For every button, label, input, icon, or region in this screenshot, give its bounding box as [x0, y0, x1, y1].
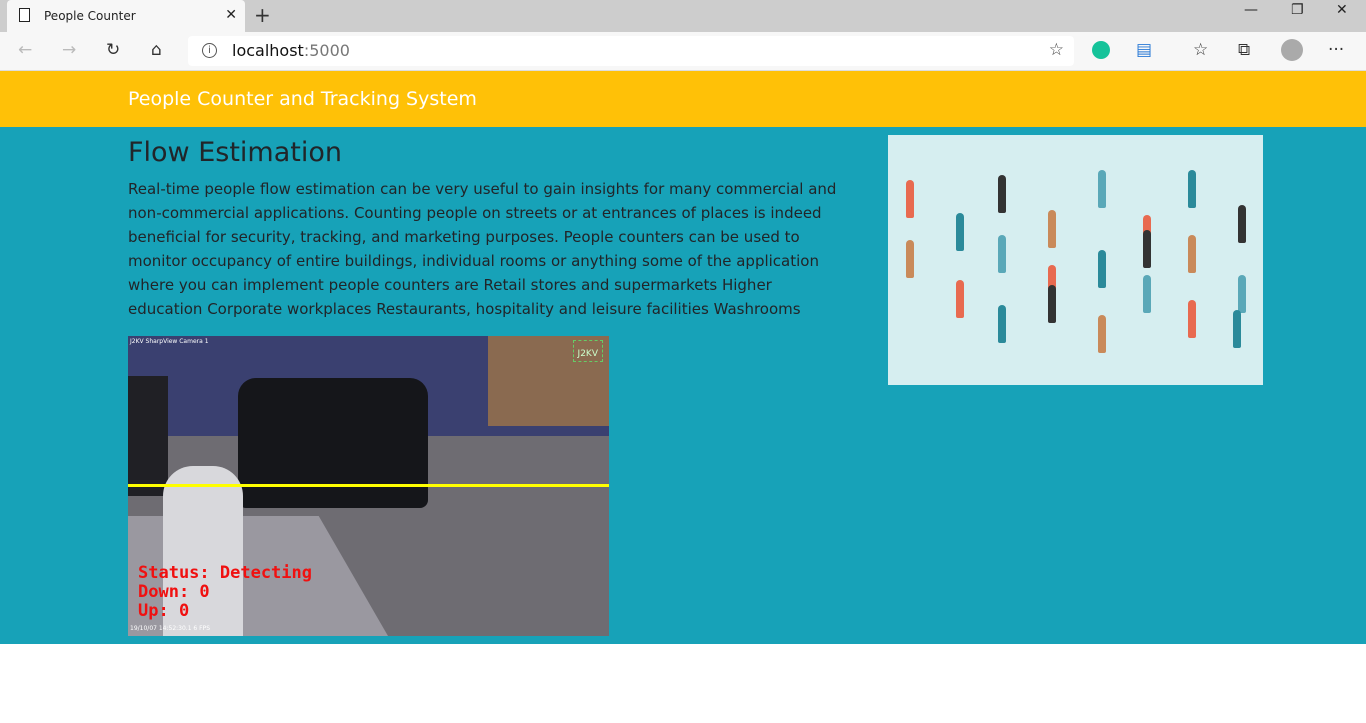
- browser-tab[interactable]: People Counter ✕: [7, 0, 245, 32]
- illustration-person: [1188, 170, 1196, 208]
- up-count: Up: 0: [138, 601, 190, 621]
- home-icon[interactable]: ⌂: [151, 40, 162, 60]
- back-icon[interactable]: ←: [18, 40, 32, 60]
- favorite-star-icon[interactable]: ☆: [1049, 40, 1064, 60]
- url-host: localhost: [232, 41, 304, 60]
- j2kv-logo: J2KV: [572, 340, 603, 362]
- illustration-person: [1098, 315, 1106, 353]
- illustration-person: [998, 235, 1006, 273]
- scene-pedestrian: [128, 376, 168, 496]
- illustration-person: [956, 213, 964, 251]
- illustration-person: [906, 180, 914, 218]
- timestamp: 19/10/07 14:52:30.1 6 FPS: [130, 625, 211, 632]
- browser-toolbar: ← → ↻ ⌂ i localhost:5000 ☆ ▤ ☆ ⧉ ···: [0, 32, 1366, 71]
- scene-taxi: [238, 378, 428, 508]
- video-feed: J2KV SharpView Camera 1 J2KV Status: Det…: [128, 336, 609, 636]
- close-tab-icon[interactable]: ✕: [225, 7, 237, 23]
- illustration-person: [1238, 275, 1246, 313]
- illustration-person: [1098, 250, 1106, 288]
- camera-label: J2KV SharpView Camera 1: [130, 338, 209, 345]
- illustration-person: [1188, 235, 1196, 273]
- illustration-person: [1048, 210, 1056, 248]
- main-section: Flow Estimation Real-time people flow es…: [0, 127, 1366, 644]
- tab-title: People Counter: [44, 9, 136, 23]
- new-tab-button[interactable]: +: [254, 3, 271, 27]
- close-window-icon[interactable]: ✕: [1336, 2, 1348, 18]
- immersive-reader-icon[interactable]: ▤: [1136, 40, 1152, 60]
- profile-avatar[interactable]: [1281, 39, 1303, 61]
- illustration-person: [1143, 275, 1151, 313]
- more-menu-icon[interactable]: ···: [1328, 40, 1344, 60]
- minimize-icon[interactable]: —: [1244, 2, 1258, 18]
- collections-icon[interactable]: ⧉: [1238, 40, 1250, 60]
- grammarly-icon[interactable]: [1092, 41, 1110, 59]
- favorites-icon[interactable]: ☆: [1193, 40, 1208, 60]
- page-title: Flow Estimation: [128, 137, 342, 168]
- url-port: :5000: [303, 41, 350, 60]
- address-bar[interactable]: i localhost:5000 ☆: [188, 36, 1074, 66]
- status-text: Status: Detecting: [138, 563, 312, 583]
- refresh-icon[interactable]: ↻: [106, 40, 120, 60]
- description: Real-time people flow estimation can be …: [128, 180, 837, 318]
- counter-overlay: Status: Detecting Down: 0 Up: 0: [138, 564, 312, 621]
- restore-icon[interactable]: ❐: [1291, 2, 1304, 18]
- counting-line: [128, 484, 609, 487]
- page-icon: [19, 8, 30, 22]
- illustration-person: [1048, 285, 1056, 323]
- tab-bar: People Counter ✕ + — ❐ ✕: [0, 0, 1366, 32]
- illustration-person: [1143, 230, 1151, 268]
- illustration-person: [998, 305, 1006, 343]
- illustration-person: [998, 175, 1006, 213]
- illustration-person: [956, 280, 964, 318]
- illustration-person: [1233, 310, 1241, 348]
- forward-icon[interactable]: →: [62, 40, 76, 60]
- illustration-person: [906, 240, 914, 278]
- illustration-person: [1188, 300, 1196, 338]
- down-count: Down: 0: [138, 582, 210, 602]
- illustration-person: [1098, 170, 1106, 208]
- info-icon[interactable]: i: [202, 43, 217, 58]
- navbar: People Counter and Tracking System: [0, 71, 1366, 127]
- navbar-brand[interactable]: People Counter and Tracking System: [128, 88, 477, 110]
- illustration-person: [1238, 205, 1246, 243]
- people-illustration: [888, 135, 1263, 385]
